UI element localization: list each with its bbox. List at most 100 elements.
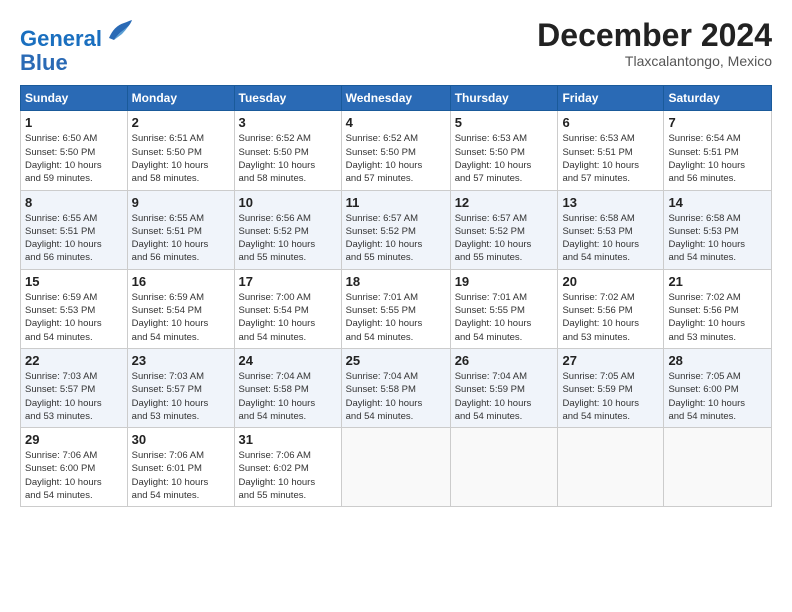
day-number: 10 — [239, 195, 337, 210]
day-number: 30 — [132, 432, 230, 447]
calendar-week-row: 8 Sunrise: 6:55 AM Sunset: 5:51 PM Daylig… — [21, 190, 772, 269]
day-number: 9 — [132, 195, 230, 210]
logo-bird-icon — [104, 18, 134, 46]
logo: General Blue — [20, 18, 134, 75]
day-info: Sunrise: 6:59 AM Sunset: 5:54 PM Dayligh… — [132, 291, 230, 344]
page: General Blue December 2024 Tlaxcalantong… — [0, 0, 792, 517]
day-info: Sunrise: 7:04 AM Sunset: 5:58 PM Dayligh… — [239, 370, 337, 423]
day-number: 11 — [346, 195, 446, 210]
day-info: Sunrise: 7:00 AM Sunset: 5:54 PM Dayligh… — [239, 291, 337, 344]
day-info: Sunrise: 6:53 AM Sunset: 5:51 PM Dayligh… — [562, 132, 659, 185]
logo-blue: Blue — [20, 50, 68, 75]
table-row: 11 Sunrise: 6:57 AM Sunset: 5:52 PM Dayli… — [341, 190, 450, 269]
day-info: Sunrise: 7:03 AM Sunset: 5:57 PM Dayligh… — [25, 370, 123, 423]
day-info: Sunrise: 6:52 AM Sunset: 5:50 PM Dayligh… — [239, 132, 337, 185]
day-number: 17 — [239, 274, 337, 289]
table-row — [558, 428, 664, 507]
table-row: 1 Sunrise: 6:50 AM Sunset: 5:50 PM Daylig… — [21, 111, 128, 190]
day-number: 7 — [668, 115, 767, 130]
table-row — [664, 428, 772, 507]
calendar-week-row: 1 Sunrise: 6:50 AM Sunset: 5:50 PM Daylig… — [21, 111, 772, 190]
table-row: 17 Sunrise: 7:00 AM Sunset: 5:54 PM Dayli… — [234, 269, 341, 348]
day-number: 2 — [132, 115, 230, 130]
day-number: 1 — [25, 115, 123, 130]
day-number: 13 — [562, 195, 659, 210]
day-info: Sunrise: 6:57 AM Sunset: 5:52 PM Dayligh… — [346, 212, 446, 265]
day-info: Sunrise: 7:02 AM Sunset: 5:56 PM Dayligh… — [668, 291, 767, 344]
header-tuesday: Tuesday — [234, 86, 341, 111]
table-row: 30 Sunrise: 7:06 AM Sunset: 6:01 PM Dayli… — [127, 428, 234, 507]
day-info: Sunrise: 7:01 AM Sunset: 5:55 PM Dayligh… — [346, 291, 446, 344]
day-number: 14 — [668, 195, 767, 210]
header-thursday: Thursday — [450, 86, 558, 111]
day-info: Sunrise: 7:04 AM Sunset: 5:59 PM Dayligh… — [455, 370, 554, 423]
day-info: Sunrise: 6:54 AM Sunset: 5:51 PM Dayligh… — [668, 132, 767, 185]
day-number: 12 — [455, 195, 554, 210]
day-info: Sunrise: 6:50 AM Sunset: 5:50 PM Dayligh… — [25, 132, 123, 185]
header-saturday: Saturday — [664, 86, 772, 111]
day-number: 3 — [239, 115, 337, 130]
table-row: 21Sunrise: 7:02 AM Sunset: 5:56 PM Dayli… — [664, 269, 772, 348]
day-info: Sunrise: 7:06 AM Sunset: 6:01 PM Dayligh… — [132, 449, 230, 502]
day-number: 16 — [132, 274, 230, 289]
header-sunday: Sunday — [21, 86, 128, 111]
day-number: 15 — [25, 274, 123, 289]
table-row: 5Sunrise: 6:53 AM Sunset: 5:50 PM Daylig… — [450, 111, 558, 190]
day-number: 31 — [239, 432, 337, 447]
day-info: Sunrise: 7:01 AM Sunset: 5:55 PM Dayligh… — [455, 291, 554, 344]
day-number: 8 — [25, 195, 123, 210]
table-row: 14 Sunrise: 6:58 AM Sunset: 5:53 PM Dayli… — [664, 190, 772, 269]
table-row: 26 Sunrise: 7:04 AM Sunset: 5:59 PM Dayli… — [450, 348, 558, 427]
day-info: Sunrise: 6:58 AM Sunset: 5:53 PM Dayligh… — [668, 212, 767, 265]
day-number: 24 — [239, 353, 337, 368]
day-info: Sunrise: 6:53 AM Sunset: 5:50 PM Dayligh… — [455, 132, 554, 185]
table-row: 24 Sunrise: 7:04 AM Sunset: 5:58 PM Dayli… — [234, 348, 341, 427]
day-info: Sunrise: 6:55 AM Sunset: 5:51 PM Dayligh… — [25, 212, 123, 265]
day-number: 23 — [132, 353, 230, 368]
header-monday: Monday — [127, 86, 234, 111]
table-row: 19 Sunrise: 7:01 AM Sunset: 5:55 PM Dayli… — [450, 269, 558, 348]
table-row: 28Sunrise: 7:05 AM Sunset: 6:00 PM Dayli… — [664, 348, 772, 427]
table-row — [341, 428, 450, 507]
day-number: 25 — [346, 353, 446, 368]
day-info: Sunrise: 7:05 AM Sunset: 5:59 PM Dayligh… — [562, 370, 659, 423]
header-wednesday: Wednesday — [341, 86, 450, 111]
header: General Blue December 2024 Tlaxcalantong… — [20, 18, 772, 75]
day-info: Sunrise: 6:51 AM Sunset: 5:50 PM Dayligh… — [132, 132, 230, 185]
logo-text: General Blue — [20, 18, 134, 75]
table-row: 2 Sunrise: 6:51 AM Sunset: 5:50 PM Daylig… — [127, 111, 234, 190]
table-row: 25 Sunrise: 7:04 AM Sunset: 5:58 PM Dayli… — [341, 348, 450, 427]
table-row: 10 Sunrise: 6:56 AM Sunset: 5:52 PM Dayli… — [234, 190, 341, 269]
day-number: 19 — [455, 274, 554, 289]
table-row: 23Sunrise: 7:03 AM Sunset: 5:57 PM Dayli… — [127, 348, 234, 427]
table-row: 31 Sunrise: 7:06 AM Sunset: 6:02 PM Dayli… — [234, 428, 341, 507]
day-number: 18 — [346, 274, 446, 289]
day-number: 4 — [346, 115, 446, 130]
calendar-header-row: Sunday Monday Tuesday Wednesday Thursday… — [21, 86, 772, 111]
day-info: Sunrise: 7:06 AM Sunset: 6:02 PM Dayligh… — [239, 449, 337, 502]
day-info: Sunrise: 6:52 AM Sunset: 5:50 PM Dayligh… — [346, 132, 446, 185]
day-number: 26 — [455, 353, 554, 368]
day-number: 6 — [562, 115, 659, 130]
table-row: 12Sunrise: 6:57 AM Sunset: 5:52 PM Dayli… — [450, 190, 558, 269]
day-number: 20 — [562, 274, 659, 289]
day-info: Sunrise: 7:05 AM Sunset: 6:00 PM Dayligh… — [668, 370, 767, 423]
calendar-week-row: 15 Sunrise: 6:59 AM Sunset: 5:53 PM Dayli… — [21, 269, 772, 348]
table-row: 16 Sunrise: 6:59 AM Sunset: 5:54 PM Dayli… — [127, 269, 234, 348]
day-info: Sunrise: 6:55 AM Sunset: 5:51 PM Dayligh… — [132, 212, 230, 265]
day-number: 27 — [562, 353, 659, 368]
table-row: 13Sunrise: 6:58 AM Sunset: 5:53 PM Dayli… — [558, 190, 664, 269]
day-info: Sunrise: 7:04 AM Sunset: 5:58 PM Dayligh… — [346, 370, 446, 423]
calendar-table: Sunday Monday Tuesday Wednesday Thursday… — [20, 85, 772, 507]
table-row: 15 Sunrise: 6:59 AM Sunset: 5:53 PM Dayli… — [21, 269, 128, 348]
table-row: 6 Sunrise: 6:53 AM Sunset: 5:51 PM Daylig… — [558, 111, 664, 190]
table-row: 27 Sunrise: 7:05 AM Sunset: 5:59 PM Dayli… — [558, 348, 664, 427]
table-row: 29Sunrise: 7:06 AM Sunset: 6:00 PM Dayli… — [21, 428, 128, 507]
subtitle: Tlaxcalantongo, Mexico — [537, 53, 772, 69]
table-row: 9 Sunrise: 6:55 AM Sunset: 5:51 PM Daylig… — [127, 190, 234, 269]
table-row: 4 Sunrise: 6:52 AM Sunset: 5:50 PM Daylig… — [341, 111, 450, 190]
title-area: December 2024 Tlaxcalantongo, Mexico — [537, 18, 772, 69]
table-row: 18 Sunrise: 7:01 AM Sunset: 5:55 PM Dayli… — [341, 269, 450, 348]
day-info: Sunrise: 6:59 AM Sunset: 5:53 PM Dayligh… — [25, 291, 123, 344]
day-info: Sunrise: 6:56 AM Sunset: 5:52 PM Dayligh… — [239, 212, 337, 265]
